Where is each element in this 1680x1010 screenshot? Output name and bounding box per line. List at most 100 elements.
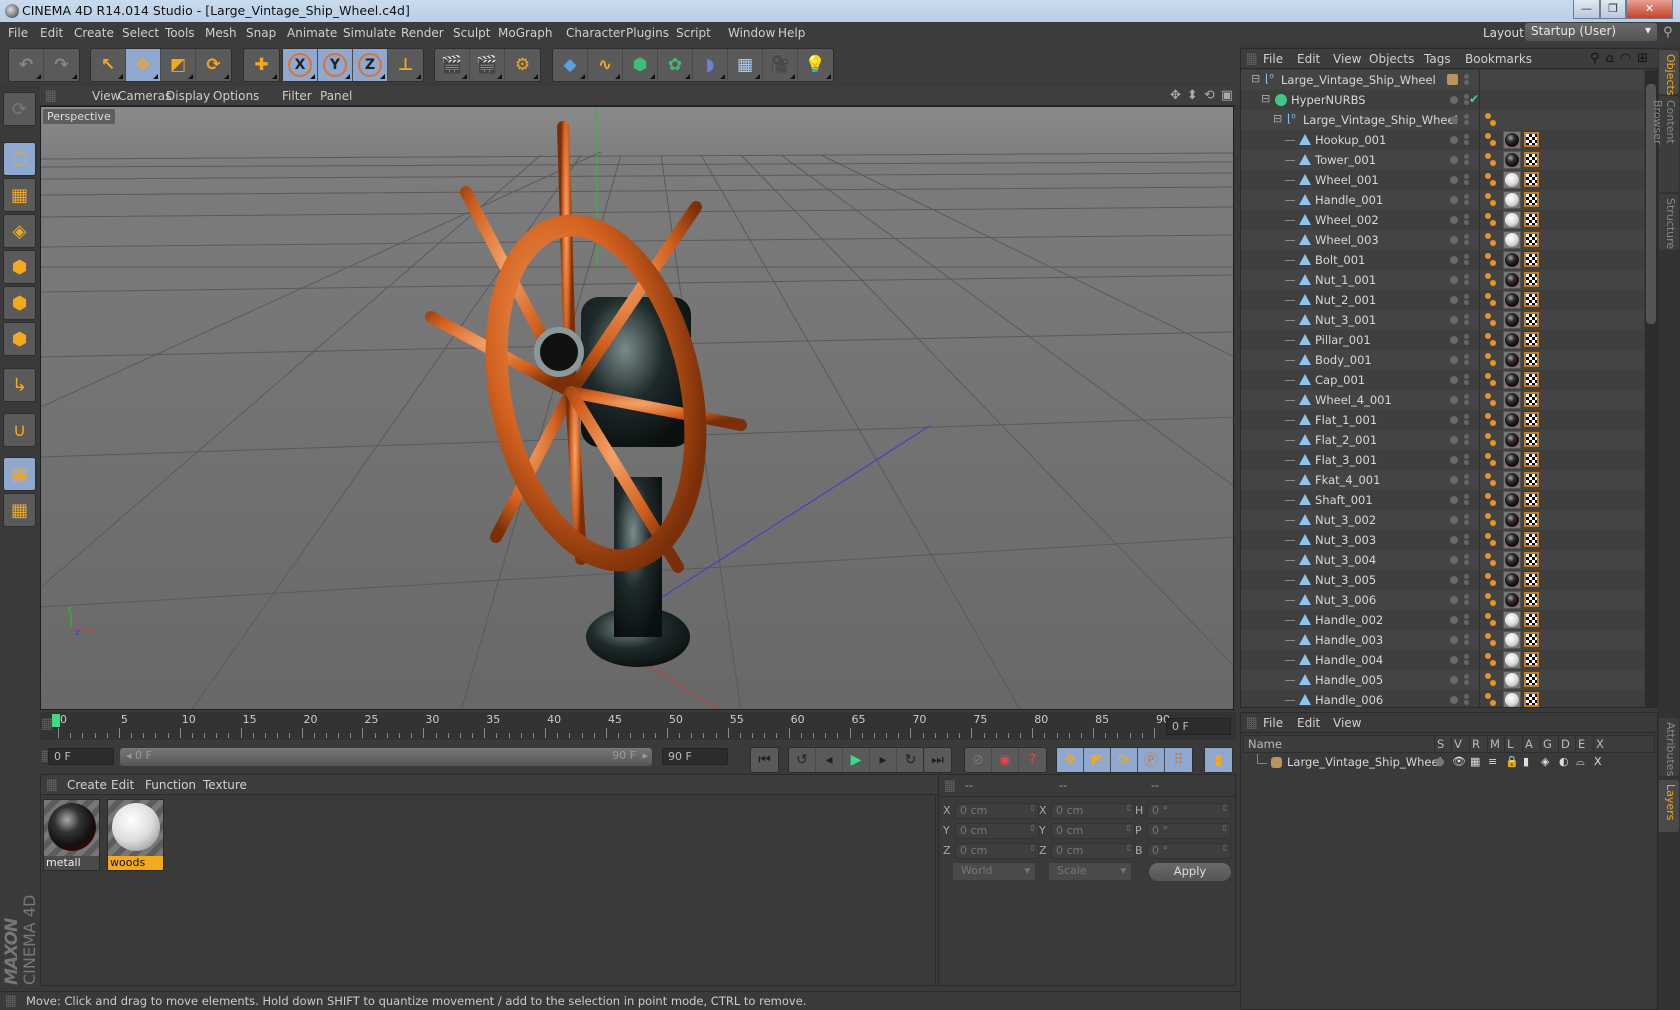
step-back-button[interactable]: ↺ (789, 748, 816, 772)
maximize-button[interactable]: ❐ (1600, 0, 1626, 19)
go-to-end-button[interactable]: ⏭ (924, 748, 951, 772)
visibility-dot-editor[interactable] (1450, 236, 1458, 244)
uvw-tag-icon[interactable] (1524, 212, 1539, 227)
visibility-dot-editor[interactable] (1450, 276, 1458, 284)
visibility-dot-editor[interactable] (1450, 356, 1458, 364)
material-tag-metal[interactable] (1503, 411, 1521, 429)
uvw-tag-icon[interactable] (1524, 512, 1539, 527)
object-row[interactable]: Flat_3_001 (1241, 450, 1644, 470)
start-frame-field[interactable]: 0 F (48, 748, 114, 765)
material-tag-metal[interactable] (1503, 351, 1521, 369)
visibility-dot-editor[interactable] (1450, 176, 1458, 184)
menu-character[interactable]: Character (566, 26, 625, 40)
panel-grip[interactable] (1247, 53, 1257, 65)
phong-tag-icon[interactable] (1485, 593, 1496, 607)
collapse-toggle-icon[interactable]: ⊟ (1251, 72, 1260, 85)
menu-script[interactable]: Script (676, 26, 711, 40)
position-y-field[interactable]: 0 cm (955, 823, 1039, 839)
material-tag-metal[interactable] (1503, 511, 1521, 529)
play-button[interactable]: ▶ (843, 748, 870, 772)
visibility-dot-render[interactable] (1464, 574, 1469, 579)
visibility-dot-editor[interactable] (1450, 116, 1458, 124)
collapse-toggle-icon[interactable]: ⊟ (1261, 92, 1270, 105)
layer-column-m[interactable]: M (1490, 737, 1500, 751)
viewport-menu-view[interactable]: View (92, 89, 120, 103)
menu-sculpt[interactable]: Sculpt (453, 26, 490, 40)
visibility-dot-render[interactable] (1464, 294, 1469, 299)
phong-tag-icon[interactable] (1485, 633, 1496, 647)
visibility-dot-render[interactable] (1464, 414, 1469, 419)
object-menu-file[interactable]: File (1263, 52, 1283, 66)
make-editable-button[interactable]: ⟳ (3, 92, 36, 126)
object-name[interactable]: Handle_006 (1315, 693, 1383, 707)
rotation-b-field[interactable]: 0 ° (1147, 843, 1231, 859)
visibility-dot-render[interactable] (1464, 274, 1469, 279)
uvw-tag-icon[interactable] (1524, 592, 1539, 607)
visibility-dot-editor[interactable] (1450, 516, 1458, 524)
render-picture-viewer-button[interactable]: 🎬 (470, 49, 505, 81)
size-x-field[interactable]: 0 cm (1051, 803, 1135, 819)
material-tag-wood[interactable] (1503, 631, 1521, 649)
visibility-dot-render[interactable] (1464, 614, 1469, 619)
material-tag-metal[interactable] (1503, 151, 1521, 169)
uvw-tag-icon[interactable] (1524, 372, 1539, 387)
visibility-dot-render[interactable] (1464, 314, 1469, 319)
layer-column-r[interactable]: R (1472, 737, 1480, 751)
key-scale-button[interactable]: ◩ (1084, 748, 1111, 772)
object-name[interactable]: Flat_2_001 (1315, 433, 1377, 447)
material-menu-edit[interactable]: Edit (111, 778, 134, 792)
object-row[interactable]: Pillar_001 (1241, 330, 1644, 350)
object-row[interactable]: Nut_3_002 (1241, 510, 1644, 530)
uvw-tag-icon[interactable] (1524, 632, 1539, 647)
search-icon[interactable]: ⚲ (1590, 51, 1600, 66)
next-key-button[interactable]: ▸ (870, 748, 897, 772)
material-tag-metal[interactable] (1503, 251, 1521, 269)
object-row[interactable]: Body_001 (1241, 350, 1644, 370)
layout-select[interactable]: Startup (User) ▾ (1525, 23, 1657, 41)
material-tag-metal[interactable] (1503, 491, 1521, 509)
visibility-dot-editor[interactable] (1450, 336, 1458, 344)
visibility-dot-editor[interactable] (1450, 196, 1458, 204)
layer-menu-view[interactable]: View (1333, 716, 1361, 730)
model-mode-button[interactable]: ⬡ (3, 142, 36, 176)
phong-tag-icon[interactable] (1485, 113, 1496, 127)
texture-mode-button[interactable]: ▦ (3, 178, 36, 212)
size-z-field[interactable]: 0 cm (1051, 843, 1135, 859)
panel-grip[interactable] (6, 995, 16, 1007)
visibility-dot-editor[interactable] (1450, 216, 1458, 224)
object-name[interactable]: Handle_001 (1315, 193, 1383, 207)
phong-tag-icon[interactable] (1485, 253, 1496, 267)
phong-tag-icon[interactable] (1485, 193, 1496, 207)
object-name[interactable]: Wheel_002 (1315, 213, 1379, 227)
uvw-tag-icon[interactable] (1524, 292, 1539, 307)
rotation-p-field[interactable]: 0 ° (1147, 823, 1231, 839)
object-row[interactable]: ⊟ ⌊⁰ Large_Vintage_Ship_Wheel (1241, 110, 1644, 130)
apply-button[interactable]: Apply (1149, 863, 1231, 881)
object-row[interactable]: Nut_3_005 (1241, 570, 1644, 590)
uvw-tag-icon[interactable] (1524, 252, 1539, 267)
visibility-dot-render[interactable] (1464, 354, 1469, 359)
key-rotation-button[interactable]: ⟳ (1111, 748, 1138, 772)
visibility-dot-editor[interactable] (1450, 496, 1458, 504)
material-tag-wood[interactable] (1503, 611, 1521, 629)
record-button[interactable]: ◉ (992, 748, 1019, 772)
home-icon[interactable]: ⌂ (1606, 51, 1614, 66)
range-left-arrow-icon[interactable]: ◂ (126, 749, 132, 762)
material-tag-metal[interactable] (1503, 311, 1521, 329)
object-name[interactable]: Tower_001 (1315, 153, 1376, 167)
camera-button[interactable]: 🎥 (763, 49, 798, 81)
phong-tag-icon[interactable] (1485, 353, 1496, 367)
panel-grip[interactable] (1247, 717, 1257, 729)
tab-layers[interactable]: Layers (1659, 780, 1679, 832)
phong-tag-icon[interactable] (1485, 433, 1496, 447)
polygons-mode-button[interactable]: ⬢ (3, 322, 36, 356)
deformer-button[interactable]: ◗ (693, 49, 728, 81)
object-name[interactable]: Nut_1_001 (1315, 273, 1376, 287)
visibility-dot-render[interactable] (1464, 554, 1469, 559)
key-position-button[interactable]: ✥ (1057, 748, 1084, 772)
object-row[interactable]: Handle_003 (1241, 630, 1644, 650)
render-settings-button[interactable]: ⚙ (505, 49, 540, 81)
uvw-tag-icon[interactable] (1524, 152, 1539, 167)
visibility-dot-render[interactable] (1464, 454, 1469, 459)
axis-mode-button[interactable]: ↳ (3, 368, 36, 402)
